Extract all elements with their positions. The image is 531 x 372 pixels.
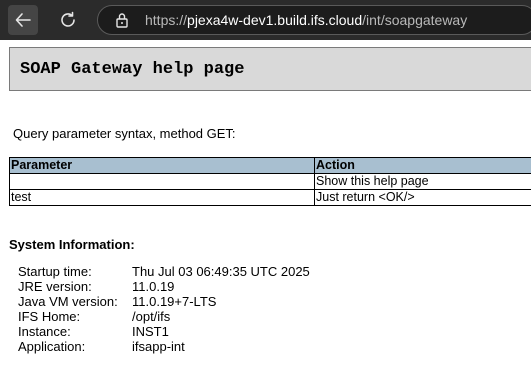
info-row: Startup time: Thu Jul 03 06:49:35 UTC 20… [18,264,310,279]
system-info-table: Startup time: Thu Jul 03 06:49:35 UTC 20… [18,264,310,354]
info-label: Java VM version: [18,294,118,309]
action-cell: Show this help page [314,173,531,190]
info-label: Startup time: [18,264,92,279]
page-header: SOAP Gateway help page [9,47,531,91]
syntax-description: Query parameter syntax, method GET: [13,126,236,141]
info-label: JRE version: [18,279,92,294]
table-row: test Just return <OK/> [9,189,531,206]
parameter-table: Parameter Action Show this help page tes… [9,157,531,206]
info-value: INST1 [132,324,169,339]
page-title: SOAP Gateway help page [20,60,245,79]
info-row: Application: ifsapp-int [18,339,310,354]
info-label: Instance: [18,324,71,339]
info-value: Thu Jul 03 06:49:35 UTC 2025 [132,264,310,279]
url-scheme: https:// [145,12,188,28]
reload-button[interactable] [53,5,83,35]
column-header-parameter: Parameter [9,157,315,174]
action-cell: Just return <OK/> [314,189,531,206]
info-label: IFS Home: [18,309,81,324]
table-header-row: Parameter Action [9,157,531,174]
url-text: https://pjexa4w-dev1.build.ifs.cloud/int… [145,12,467,29]
lock-icon[interactable] [114,12,130,28]
system-info-title: System Information: [9,237,135,252]
info-row: IFS Home: /opt/ifs [18,309,310,324]
info-value: /opt/ifs [132,309,171,324]
address-bar[interactable]: https://pjexa4w-dev1.build.ifs.cloud/int… [97,5,531,35]
parameter-cell: test [9,189,315,206]
column-header-action: Action [314,157,531,174]
info-value: 11.0.19+7-LTS [132,294,217,309]
browser-toolbar: https://pjexa4w-dev1.build.ifs.cloud/int… [0,0,531,40]
info-row: JRE version: 11.0.19 [18,279,310,294]
info-value: ifsapp-int [132,339,185,354]
info-row: Instance: INST1 [18,324,310,339]
arrow-left-icon [15,13,31,27]
table-row: Show this help page [9,173,531,190]
url-host: pjexa4w-dev1.build.ifs.cloud [187,12,363,28]
url-path: /int/soapgateway [362,12,468,28]
info-label: Application: [18,339,86,354]
back-button[interactable] [8,5,38,35]
info-value: 11.0.19 [132,279,175,294]
info-row: Java VM version: 11.0.19+7-LTS [18,294,310,309]
reload-icon [61,11,75,27]
parameter-cell [9,173,315,190]
